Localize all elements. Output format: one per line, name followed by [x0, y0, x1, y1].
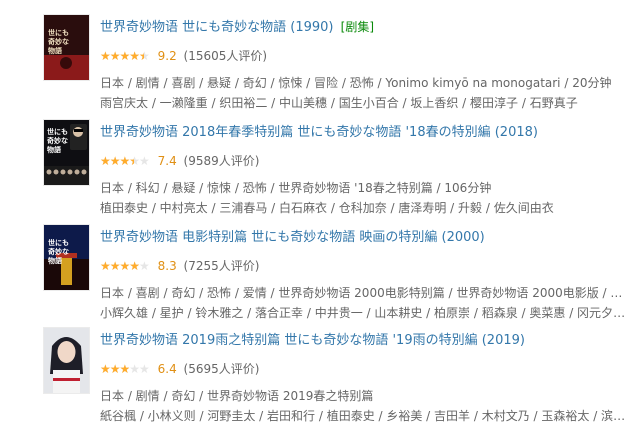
title-link[interactable]: 世界奇妙物语 电影特别篇 世にも奇妙な物語 映画の特別編 (2000) [100, 230, 485, 245]
rating-votes: (15605人评价) [183, 49, 268, 63]
series-tag: [剧集] [340, 20, 375, 34]
rating-score: 9.2 [157, 49, 177, 63]
cast-info: 紙谷楓 / 小林义则 / 河野圭太 / 岩田和行 / 植田泰史 / 乡裕美 / … [100, 409, 628, 423]
rating-score: 8.3 [157, 259, 177, 273]
rating-votes: (9589人评价) [183, 154, 260, 168]
cast-info: 雨宫庆太 / 一濑隆重 / 织田裕二 / 中山美穗 / 国生小百合 / 坂上香织… [100, 96, 578, 110]
svg-text:物語: 物語 [48, 256, 62, 265]
rating-stars: ★★★★★★★★★★ [100, 362, 150, 376]
list-item: 世にも 奇妙な 物語 世界奇妙物语 世にも奇妙な物語 (1990) [剧集] ★★★… [0, 15, 640, 115]
result-list: 世にも 奇妙な 物語 世界奇妙物语 世にも奇妙な物語 (1990) [剧集] ★★★… [0, 0, 640, 423]
svg-text:奇妙な: 奇妙な [48, 247, 69, 256]
svg-text:物語: 物語 [48, 46, 62, 55]
rating-score: 6.4 [157, 362, 177, 376]
svg-text:奇妙な: 奇妙な [47, 136, 68, 145]
meta-info: 日本 / 喜剧 / 奇幻 / 恐怖 / 爱情 / 世界奇妙物语 2000电影特别… [100, 286, 628, 300]
poster-image[interactable]: 世にも 奇妙な 物語 [44, 120, 89, 185]
svg-text:物語: 物語 [47, 145, 61, 154]
rating-votes: (7255人评价) [183, 259, 260, 273]
svg-text:奇妙な: 奇妙な [48, 37, 69, 46]
list-item: 世にも 奇妙な 物語 世界奇妙物语 电影特别篇 世にも奇妙な物語 映画の特別編 (2… [0, 225, 640, 325]
title-link[interactable]: 世界奇妙物语 2019雨之特别篇 世にも奇妙な物語 '19雨の特別編 (2019… [100, 333, 525, 348]
meta-info: 日本 / 剧情 / 奇幻 / 世界奇妙物语 2019春之特别篇 [100, 389, 374, 403]
rating-stars: ★★★★★★★★★★ [100, 154, 150, 168]
svg-text:世にも: 世にも [47, 127, 68, 136]
list-item: 世にも 奇妙な 物語 世界奇妙物语 2018年春季特别篇 世にも奇妙な物語 '18春… [0, 120, 640, 220]
rating-votes: (5695人评价) [183, 362, 260, 376]
poster-image[interactable]: 世にも 奇妙な 物語 [44, 15, 89, 80]
list-item: 世界奇妙物语 2019雨之特别篇 世にも奇妙な物語 '19雨の特別編 (2019… [0, 328, 640, 428]
meta-info: 日本 / 剧情 / 喜剧 / 悬疑 / 奇幻 / 惊悚 / 冒险 / 恐怖 / … [100, 76, 612, 90]
meta-info: 日本 / 科幻 / 悬疑 / 惊悚 / 恐怖 / 世界奇妙物语 '18春之特别篇… [100, 181, 492, 195]
rating-stars: ★★★★★★★★★★ [100, 49, 150, 63]
cast-info: 小辉久雄 / 星护 / 铃木雅之 / 落合正幸 / 中井贵一 / 山本耕史 / … [100, 306, 628, 320]
cast-info: 植田泰史 / 中村亮太 / 三浦春马 / 白石麻衣 / 仓科加奈 / 唐泽寿明 … [100, 201, 554, 215]
poster-image[interactable] [44, 328, 89, 393]
title-link[interactable]: 世界奇妙物语 世にも奇妙な物語 (1990) [100, 20, 334, 35]
rating-score: 7.4 [157, 154, 177, 168]
svg-text:世にも: 世にも [48, 28, 69, 37]
svg-text:世にも: 世にも [48, 238, 69, 247]
poster-image[interactable]: 世にも 奇妙な 物語 [44, 225, 89, 290]
title-link[interactable]: 世界奇妙物语 2018年春季特别篇 世にも奇妙な物語 '18春の特別編 (201… [100, 125, 538, 140]
rating-stars: ★★★★★★★★★★ [100, 259, 150, 273]
